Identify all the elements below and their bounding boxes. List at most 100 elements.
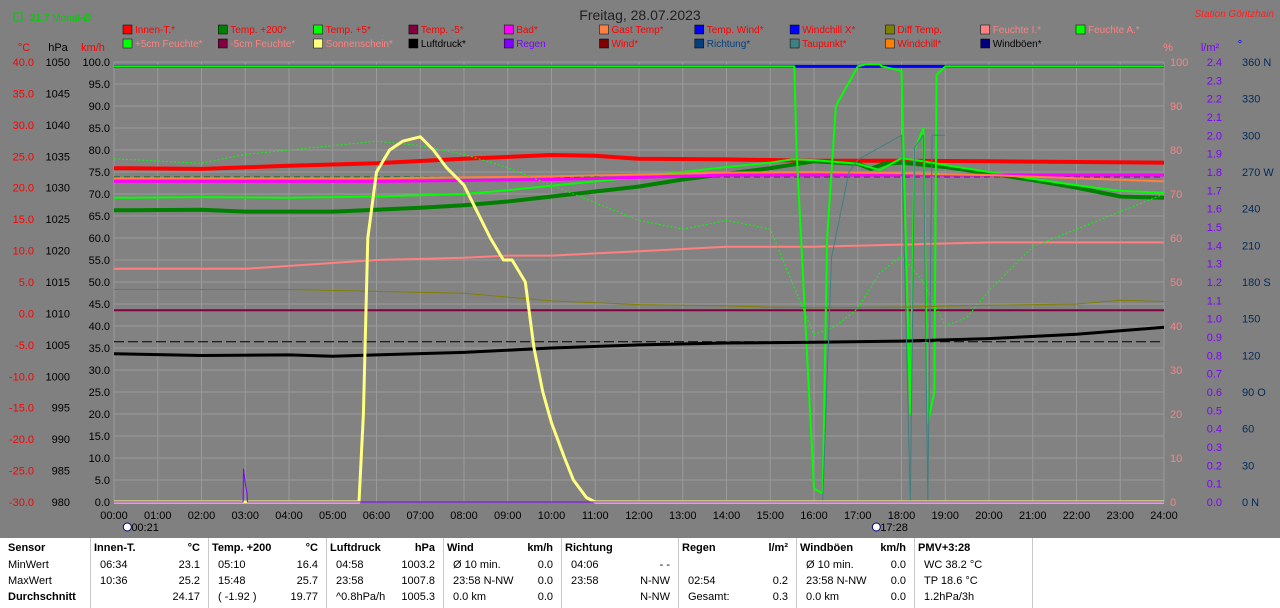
legend-swatch xyxy=(694,24,705,35)
percent-tick-label: 70 xyxy=(1170,189,1182,201)
row-label-sensor: Sensor xyxy=(8,542,46,554)
legend-label: Temp. +200* xyxy=(230,25,287,36)
avg-label: 21.7 Monat-Ø xyxy=(30,13,91,24)
temp-tick-label: -25.0 xyxy=(9,466,34,478)
percent-tick-label: 50 xyxy=(1170,277,1182,289)
stats-block-title: Richtung xyxy=(565,542,613,554)
legend-swatch xyxy=(313,24,323,35)
rain-tick-label: 1.7 xyxy=(1207,185,1222,197)
rain-tick-label: 2.2 xyxy=(1207,94,1222,106)
rain-tick-label: 1.3 xyxy=(1207,259,1222,271)
kmh-tick-label: 50.0 xyxy=(89,277,110,289)
legend-label: Temp. +5* xyxy=(326,25,371,36)
x-tick-label: 00:00 xyxy=(100,510,128,522)
time-marker-label: 00:21 xyxy=(131,522,159,534)
stats-block-title: Luftdruck xyxy=(330,542,381,554)
pressure-tick-label: 1000 xyxy=(46,371,70,383)
kmh-tick-label: 60.0 xyxy=(89,233,110,245)
x-tick-label: 14:00 xyxy=(713,510,741,522)
stats-block: Luftdruck hPa 04:58 1003.2 23:58 1007.8 ^0.8hP… xyxy=(326,538,444,608)
stats-cell-label: 04:06 xyxy=(571,559,599,571)
kmh-tick-label: 45.0 xyxy=(89,299,110,311)
stats-cell-value: 23.1 xyxy=(178,559,200,571)
direction-tick-label: 240 xyxy=(1242,204,1260,216)
rain-unit-label: l/m² xyxy=(1201,42,1220,54)
stats-cell-label: 0.0 km xyxy=(453,591,487,603)
stats-cell-label: ^0.8hPa/h xyxy=(336,591,386,603)
legend-label: -5cm Feuchte* xyxy=(230,39,295,50)
rain-tick-label: 1.1 xyxy=(1207,295,1222,307)
pressure-tick-label: 985 xyxy=(52,466,70,478)
stats-block: Wind km/h Ø 10 min. 0.0 23:58 N-NW 0.0 0.0 km 0… xyxy=(443,538,562,608)
kmh-tick-label: 70.0 xyxy=(89,189,110,201)
pressure-unit-label: hPa xyxy=(48,42,68,54)
stats-block-unit: km/h xyxy=(880,542,906,554)
temp-tick-label: 30.0 xyxy=(13,120,34,132)
rain-tick-label: 0.7 xyxy=(1207,369,1222,381)
kmh-tick-label: 40.0 xyxy=(89,321,110,333)
legend-label: Taupunkt* xyxy=(802,39,847,50)
pressure-tick-label: 995 xyxy=(52,403,70,415)
percent-unit-label: % xyxy=(1163,42,1173,54)
stats-block-unit: l/m² xyxy=(768,542,788,554)
direction-tick-label: 180 S xyxy=(1242,277,1271,289)
x-tick-label: 16:00 xyxy=(800,510,828,522)
legend-label: +5cm Feuchte* xyxy=(135,39,203,50)
rain-tick-label: 0.5 xyxy=(1207,405,1222,417)
legend-swatch xyxy=(599,24,609,35)
stats-cell-label: 23:58 xyxy=(336,575,364,587)
stats-cell-value: 19.77 xyxy=(290,591,318,603)
temp-tick-label: 15.0 xyxy=(13,214,34,226)
pressure-tick-label: 1045 xyxy=(46,88,70,100)
rain-tick-label: 0.2 xyxy=(1207,460,1222,472)
temp-tick-label: 0.0 xyxy=(19,308,34,320)
direction-tick-label: 360 N xyxy=(1242,57,1271,69)
rain-tick-label: 0.6 xyxy=(1207,387,1222,399)
kmh-tick-label: 80.0 xyxy=(89,145,110,157)
stats-cell-label: 23:58 N-NW xyxy=(806,575,867,587)
stats-cell-label: TP 18.6 °C xyxy=(924,575,978,587)
temp-tick-label: -30.0 xyxy=(9,497,34,509)
x-tick-label: 23:00 xyxy=(1106,510,1134,522)
stats-block-unit: km/h xyxy=(527,542,553,554)
stats-cell-value: 24.17 xyxy=(172,591,200,603)
legend-swatch xyxy=(408,24,419,35)
stats-block-title: Innen-T. xyxy=(94,542,136,554)
temp-tick-label: -5.0 xyxy=(15,340,34,352)
stats-block-title: Windböen xyxy=(800,542,854,554)
x-tick-label: 21:00 xyxy=(1019,510,1047,522)
temp-tick-label: 20.0 xyxy=(13,183,34,195)
kmh-tick-label: 0.0 xyxy=(95,497,110,509)
percent-tick-label: 20 xyxy=(1170,409,1182,421)
stats-cell-label: 05:10 xyxy=(218,559,246,571)
stats-cell-value: 1005.3 xyxy=(401,591,435,603)
x-tick-label: 12:00 xyxy=(625,510,653,522)
legend-label: Windchill X* xyxy=(802,25,855,36)
x-tick-label: 11:00 xyxy=(582,510,609,522)
stats-cell-label: 04:58 xyxy=(336,559,364,571)
kmh-tick-label: 30.0 xyxy=(89,365,110,377)
stats-cell-value: 0.0 xyxy=(537,575,553,587)
pressure-tick-label: 1025 xyxy=(46,214,70,226)
stats-row-labels: Sensor MinWert MaxWert Durchschnitt xyxy=(0,538,91,608)
pressure-tick-label: 1035 xyxy=(46,151,70,163)
legend-swatch xyxy=(218,38,228,49)
x-tick-label: 24:00 xyxy=(1150,510,1178,522)
legend-swatch xyxy=(885,24,895,35)
percent-tick-label: 100 xyxy=(1170,57,1188,69)
temp-unit-label: °C xyxy=(18,42,30,54)
direction-tick-label: 150 xyxy=(1242,314,1260,326)
legend-swatch xyxy=(789,38,800,49)
kmh-unit-label: km/h xyxy=(81,42,105,54)
rain-tick-label: 0.1 xyxy=(1207,479,1222,491)
stats-cell-label: 15:48 xyxy=(218,575,246,587)
stats-cell-label: WC 38.2 °C xyxy=(924,559,983,571)
temp-tick-label: 35.0 xyxy=(13,88,34,100)
stats-block: Innen-T. °C 06:34 23.1 10:36 25.2 24.17 xyxy=(90,538,209,608)
legend-label: Temp. Wind* xyxy=(707,25,764,36)
x-tick-label: 02:00 xyxy=(188,510,216,522)
stats-cell-value: 0.0 xyxy=(537,559,553,571)
kmh-tick-label: 25.0 xyxy=(89,387,110,399)
stats-block-unit: °C xyxy=(305,542,318,554)
percent-tick-label: 0 xyxy=(1170,497,1176,509)
